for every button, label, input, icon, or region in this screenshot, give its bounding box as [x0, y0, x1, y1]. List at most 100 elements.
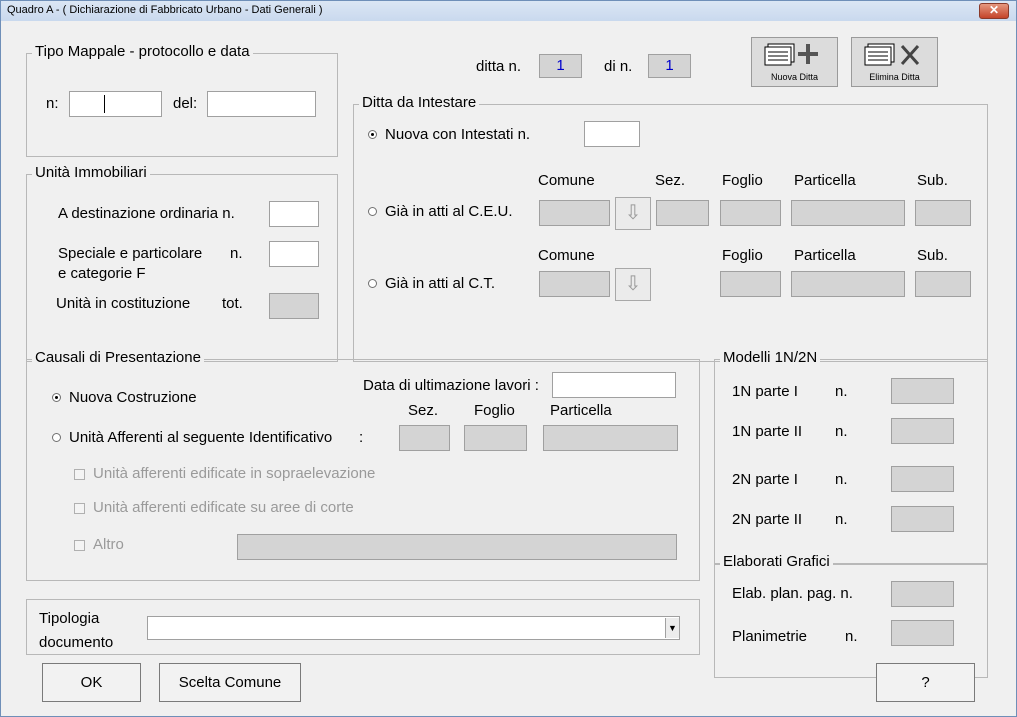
afferenti-radio[interactable]: [52, 433, 61, 442]
window-title: Quadro A - ( Dichiarazione di Fabbricato…: [7, 4, 323, 16]
close-icon[interactable]: ✕: [979, 3, 1009, 19]
aree-corte-label: Unità afferenti edificate su aree di cor…: [93, 499, 354, 516]
costituzione-tot-label: tot.: [222, 295, 243, 312]
dialog-window: Quadro A - ( Dichiarazione di Fabbricato…: [0, 0, 1017, 717]
causali-legend: Causali di Presentazione: [32, 349, 204, 366]
afferenti-foglio-header: Foglio: [474, 402, 515, 419]
ct-label: Già in atti al C.T.: [385, 275, 496, 292]
afferenti-sez-field: [399, 425, 450, 451]
ceu-label: Già in atti al C.E.U.: [385, 203, 513, 220]
ditta-number: 1: [539, 54, 582, 78]
nuova-ditta-button[interactable]: Nuova Ditta: [751, 37, 838, 87]
modello-n-label: n.: [835, 471, 848, 488]
elimina-ditta-label: Elimina Ditta: [869, 72, 920, 82]
arrow-down-icon[interactable]: ⇩: [615, 197, 651, 230]
elab-plan-field: [891, 581, 954, 607]
modello-2n-parte-i-field: [891, 466, 954, 492]
ct-sub-field: [915, 271, 971, 297]
ceu-foglio-header: Foglio: [722, 172, 763, 189]
tipologia-label: Tipologia: [39, 610, 100, 627]
delete-document-icon: [864, 43, 920, 66]
ceu-comune-header: Comune: [538, 172, 595, 189]
ceu-comune-field: [539, 200, 610, 226]
ordinaria-input[interactable]: [269, 201, 319, 227]
aree-corte-checkbox[interactable]: [74, 503, 85, 514]
nuova-costruzione-label: Nuova Costruzione: [69, 389, 197, 406]
ct-foglio-header: Foglio: [722, 247, 763, 264]
ct-particella-header: Particella: [794, 247, 856, 264]
data-ultimazione-input[interactable]: [552, 372, 676, 398]
ct-foglio-field: [720, 271, 781, 297]
speciale-input[interactable]: [269, 241, 319, 267]
ceu-particella-header: Particella: [794, 172, 856, 189]
afferenti-particella-field: [543, 425, 678, 451]
ordinaria-label: A destinazione ordinaria n.: [58, 205, 235, 222]
help-button[interactable]: ?: [876, 663, 975, 702]
speciale-n-label: n.: [230, 245, 243, 262]
protocollo-date-input[interactable]: [207, 91, 316, 117]
ceu-particella-field: [791, 200, 905, 226]
ceu-sez-header: Sez.: [655, 172, 686, 189]
modelli-legend: Modelli 1N/2N: [720, 349, 821, 366]
ct-radio[interactable]: [368, 279, 377, 288]
text-cursor: [104, 95, 105, 113]
ct-comune-field: [539, 271, 610, 297]
costituzione-total-field: [269, 293, 319, 319]
sopraelevazione-checkbox[interactable]: [74, 469, 85, 480]
modello-1n-parte-i-label: 1N parte I: [732, 383, 798, 400]
altro-field: [237, 534, 677, 560]
sopraelevazione-label: Unità afferenti edificate in sopraelevaz…: [93, 465, 376, 482]
afferenti-foglio-field: [464, 425, 527, 451]
tipologia-select[interactable]: ▼: [147, 616, 680, 640]
modello-2n-parte-ii-label: 2N parte II: [732, 511, 803, 528]
altro-checkbox[interactable]: [74, 540, 85, 551]
afferenti-sez-header: Sez.: [408, 402, 439, 419]
ceu-radio[interactable]: [368, 207, 377, 216]
planimetrie-label: Planimetrie: [732, 628, 808, 645]
tipo-mappale-legend: Tipo Mappale - protocollo e data: [32, 43, 253, 60]
scelta-comune-button[interactable]: Scelta Comune: [159, 663, 301, 702]
di-number: 1: [648, 54, 691, 78]
nuova-intestati-label: Nuova con Intestati n.: [385, 126, 531, 143]
nuova-costruzione-radio[interactable]: [52, 393, 61, 402]
data-ultimazione-label: Data di ultimazione lavori :: [363, 377, 539, 394]
ct-comune-header: Comune: [538, 247, 595, 264]
protocollo-n-input[interactable]: [69, 91, 162, 117]
modello-2n-parte-ii-field: [891, 506, 954, 532]
elaborati-legend: Elaborati Grafici: [720, 553, 833, 570]
ok-button[interactable]: OK: [42, 663, 141, 702]
nuova-ditta-label: Nuova Ditta: [770, 72, 819, 82]
dialog-body: Tipo Mappale - protocollo e data n: del:…: [1, 21, 1016, 716]
modello-1n-parte-i-field: [891, 378, 954, 404]
ct-particella-field: [791, 271, 905, 297]
speciale-label: Speciale e particolare: [58, 245, 203, 262]
arrow-down-icon[interactable]: ⇩: [615, 268, 651, 301]
planimetrie-field: [891, 620, 954, 646]
modello-n-label: n.: [835, 383, 848, 400]
new-document-icon: [764, 43, 818, 66]
modello-n-label: n.: [835, 511, 848, 528]
afferenti-label: Unità Afferenti al seguente Identificati…: [69, 429, 333, 446]
dropdown-arrow-icon[interactable]: ▼: [665, 618, 679, 638]
n-label: n:: [46, 95, 59, 112]
ct-sub-header: Sub.: [917, 247, 948, 264]
modello-1n-parte-ii-label: 1N parte II: [732, 423, 803, 440]
nuova-intestati-radio[interactable]: [368, 130, 377, 139]
ceu-foglio-field: [720, 200, 781, 226]
altro-label: Altro: [93, 536, 124, 553]
elab-plan-label: Elab. plan. pag. n.: [732, 585, 853, 602]
elimina-ditta-button[interactable]: Elimina Ditta: [851, 37, 938, 87]
afferenti-particella-header: Particella: [550, 402, 612, 419]
modello-1n-parte-ii-field: [891, 418, 954, 444]
documento-label: documento: [39, 634, 114, 651]
di-n-label: di n.: [604, 58, 633, 75]
unita-immobiliari-legend: Unità Immobiliari: [32, 164, 150, 181]
ceu-sez-field: [656, 200, 709, 226]
modello-2n-parte-i-label: 2N parte I: [732, 471, 798, 488]
nuova-intestati-input[interactable]: [584, 121, 640, 147]
afferenti-colon: :: [359, 429, 364, 446]
ceu-sub-field: [915, 200, 971, 226]
costituzione-label: Unità in costituzione: [56, 295, 191, 312]
del-label: del:: [173, 95, 198, 112]
planimetrie-n-label: n.: [845, 628, 858, 645]
